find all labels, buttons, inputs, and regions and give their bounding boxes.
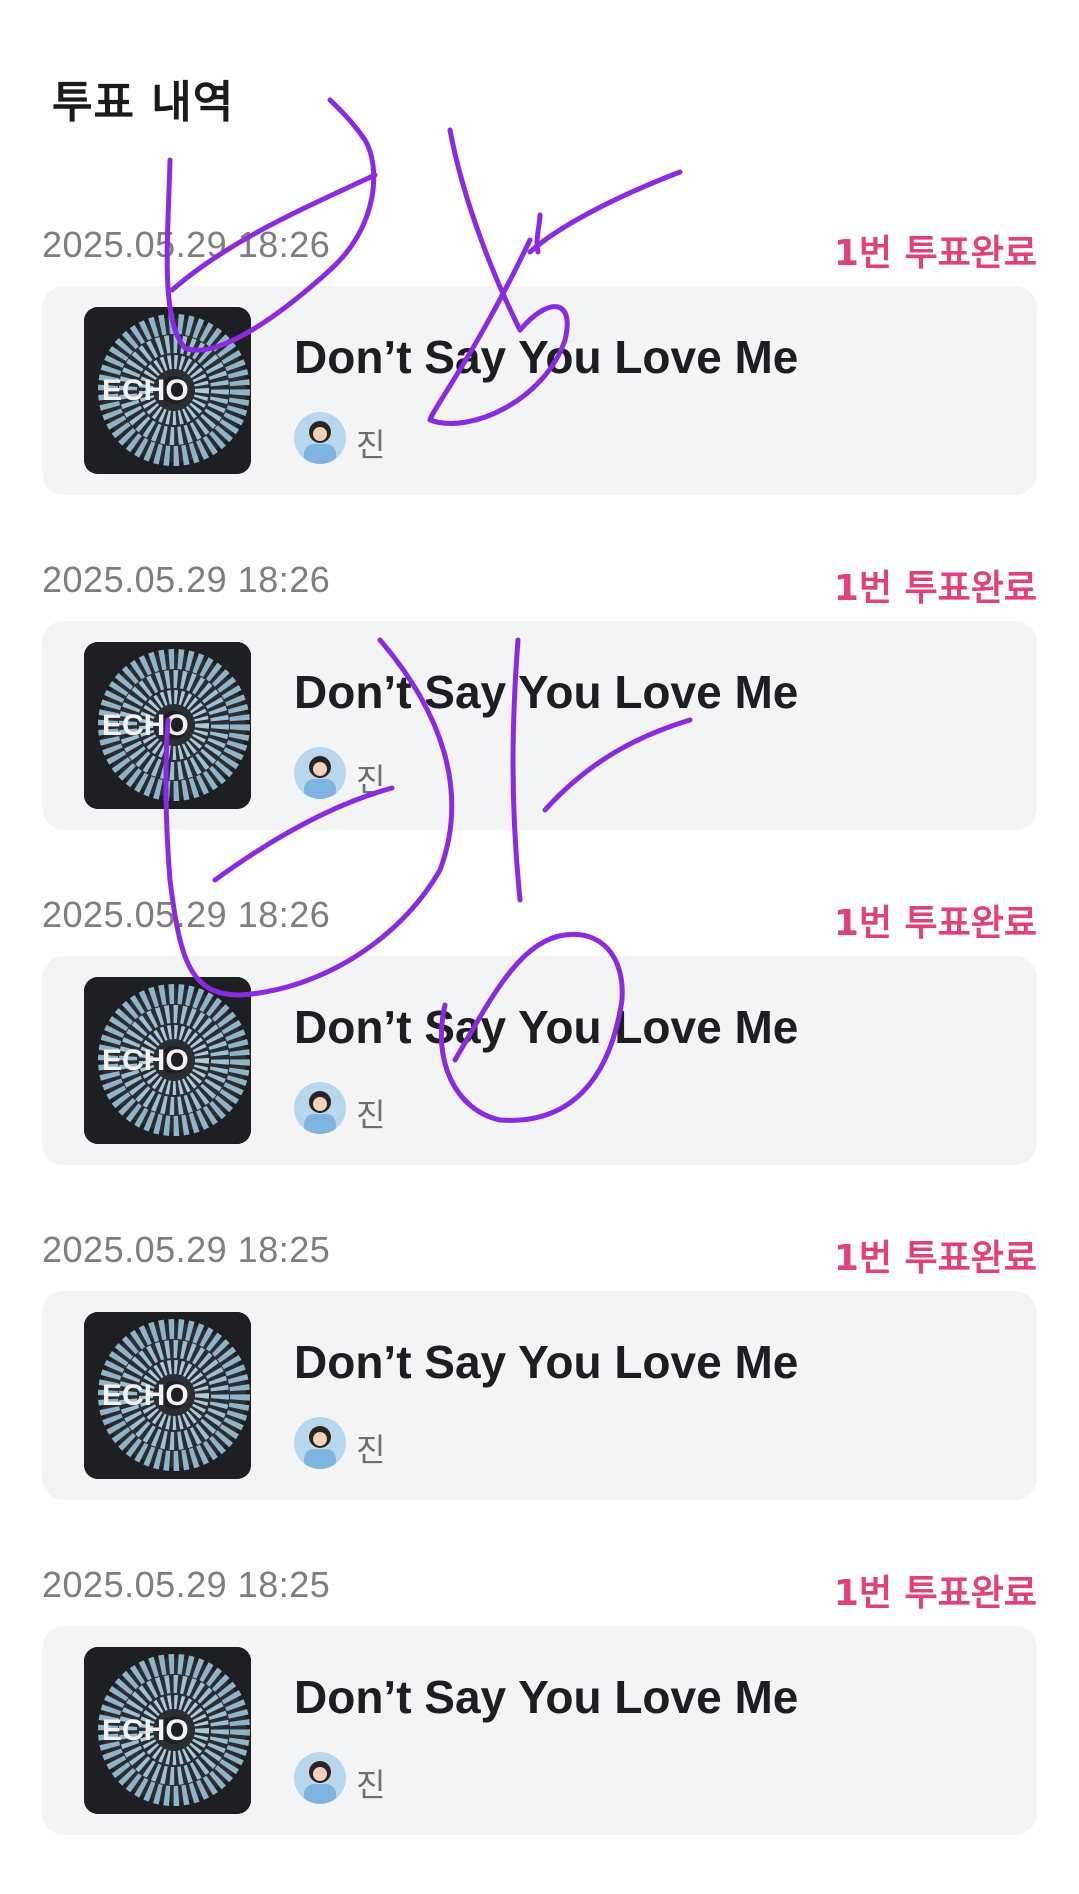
song-card[interactable]: ECHO Don’t Say You Love Me 진	[42, 1626, 1037, 1835]
vote-status-badge: 1번 투표완료	[833, 903, 1037, 944]
album-cover-icon: ECHO	[84, 1647, 251, 1814]
vote-history-item: 2025.05.29 18:26 1번 투표완료 ECHO Don’t Say …	[0, 553, 1079, 889]
vote-history-item: 2025.05.29 18:25 1번 투표완료 ECHO Don’t Say …	[0, 1558, 1079, 1894]
song-title: Don’t Say You Love Me	[294, 1671, 799, 1723]
page-title: 투표 내역	[52, 77, 235, 128]
album-art-image: ECHO	[84, 1312, 251, 1479]
album-art-image: ECHO	[84, 307, 251, 474]
song-card[interactable]: ECHO Don’t Say You Love Me 진	[42, 956, 1037, 1165]
album-art-text: ECHO	[102, 1044, 189, 1077]
artist-name: 진	[356, 426, 386, 464]
song-title: Don’t Say You Love Me	[294, 1336, 799, 1388]
artist-avatar	[294, 1752, 346, 1804]
song-title: Don’t Say You Love Me	[294, 1001, 799, 1053]
vote-history-item: 2025.05.29 18:25 1번 투표완료 ECHO Don’t Say …	[0, 1223, 1079, 1559]
vote-timestamp: 2025.05.29 18:26	[42, 224, 331, 265]
vote-meta-row: 2025.05.29 18:26 1번 투표완료	[42, 553, 1037, 613]
artist-avatar-icon	[294, 747, 346, 799]
vote-meta-row: 2025.05.29 18:25 1번 투표완료	[42, 1558, 1037, 1618]
song-card[interactable]: ECHO Don’t Say You Love Me 진	[42, 1291, 1037, 1500]
vote-meta-row: 2025.05.29 18:26 1번 투표완료	[42, 888, 1037, 948]
artist-avatar-icon	[294, 1417, 346, 1469]
artist-avatar	[294, 747, 346, 799]
album-art-text: ECHO	[102, 709, 189, 742]
artist-name: 진	[356, 761, 386, 799]
album-art-image: ECHO	[84, 642, 251, 809]
vote-timestamp: 2025.05.29 18:26	[42, 894, 331, 935]
song-title: Don’t Say You Love Me	[294, 331, 799, 383]
artist-name: 진	[356, 1096, 386, 1134]
album-cover-icon: ECHO	[84, 977, 251, 1144]
artist-avatar-icon	[294, 1082, 346, 1134]
song-card[interactable]: ECHO Don’t Say You Love Me 진	[42, 621, 1037, 830]
album-art-image: ECHO	[84, 977, 251, 1144]
artist-avatar-icon	[294, 1752, 346, 1804]
vote-status-badge: 1번 투표완료	[833, 568, 1037, 609]
album-cover-icon: ECHO	[84, 642, 251, 809]
vote-timestamp: 2025.05.29 18:26	[42, 559, 331, 600]
vote-history-item: 2025.05.29 18:26 1번 투표완료 ECHO Don’t Say …	[0, 888, 1079, 1224]
song-title: Don’t Say You Love Me	[294, 666, 799, 718]
artist-avatar	[294, 412, 346, 464]
album-cover-icon: ECHO	[84, 1312, 251, 1479]
vote-status-badge: 1번 투표완료	[833, 233, 1037, 274]
album-art-text: ECHO	[102, 1379, 189, 1412]
vote-timestamp: 2025.05.29 18:25	[42, 1229, 331, 1270]
album-art-image: ECHO	[84, 1647, 251, 1814]
song-card[interactable]: ECHO Don’t Say You Love Me 진	[42, 286, 1037, 495]
vote-status-badge: 1번 투표완료	[833, 1573, 1037, 1614]
artist-avatar	[294, 1082, 346, 1134]
vote-meta-row: 2025.05.29 18:25 1번 투표완료	[42, 1223, 1037, 1283]
album-art-text: ECHO	[102, 1714, 189, 1747]
artist-avatar	[294, 1417, 346, 1469]
album-cover-icon: ECHO	[84, 307, 251, 474]
artist-avatar-icon	[294, 412, 346, 464]
artist-name: 진	[356, 1431, 386, 1469]
album-art-text: ECHO	[102, 374, 189, 407]
vote-timestamp: 2025.05.29 18:25	[42, 1564, 331, 1605]
vote-history-item: 2025.05.29 18:26 1번 투표완료 ECHO Don’t Say …	[0, 218, 1079, 554]
vote-status-badge: 1번 투표완료	[833, 1238, 1037, 1279]
vote-meta-row: 2025.05.29 18:26 1번 투표완료	[42, 218, 1037, 278]
artist-name: 진	[356, 1766, 386, 1804]
